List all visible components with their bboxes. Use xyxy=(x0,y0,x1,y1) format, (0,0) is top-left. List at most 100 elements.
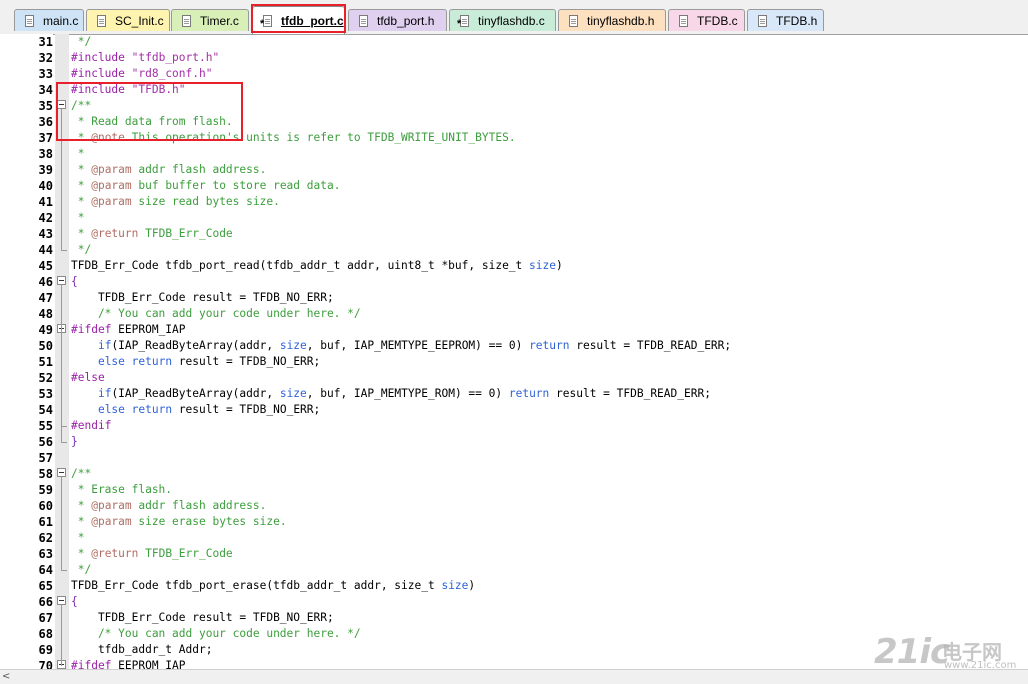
fold-end-marker xyxy=(61,442,67,443)
line-number: 35 xyxy=(38,99,53,113)
code-text: * @param addr flash address. xyxy=(71,163,267,176)
tab-label: main.c xyxy=(43,13,79,28)
code-line[interactable]: 33 #include "rd8_conf.h" xyxy=(0,66,1028,82)
modified-c-file-icon xyxy=(457,14,469,30)
code-text: tfdb_addr_t Addr; xyxy=(71,643,213,656)
code-text: * @note This operation's units is refer … xyxy=(71,131,516,144)
code-line[interactable]: 55 #endif xyxy=(0,418,1028,434)
code-text: #else xyxy=(71,371,105,384)
code-text: * xyxy=(71,211,85,224)
line-number: 46 xyxy=(38,275,53,289)
code-text: * @return TFDB_Err_Code xyxy=(71,547,233,560)
code-line[interactable]: 47 TFDB_Err_Code result = TFDB_NO_ERR; xyxy=(0,290,1028,306)
code-line[interactable]: 48 /* You can add your code under here. … xyxy=(0,306,1028,322)
code-text: TFDB_Err_Code result = TFDB_NO_ERR; xyxy=(71,291,334,304)
code-line[interactable]: 63 * @return TFDB_Err_Code xyxy=(0,546,1028,562)
c-file-icon xyxy=(25,14,34,27)
c-file-icon xyxy=(182,14,191,27)
tab-tfdb-h[interactable]: TFDB.h xyxy=(747,9,824,31)
collapse-fold-icon[interactable] xyxy=(57,596,66,605)
code-line[interactable]: 60 * @param addr flash address. xyxy=(0,498,1028,514)
code-line[interactable]: 44 */ xyxy=(0,242,1028,258)
code-line[interactable]: 46 { xyxy=(0,274,1028,290)
tab-label: TFDB.h xyxy=(776,13,818,28)
tab-sc-init-c[interactable]: SC_Init.c xyxy=(86,9,170,31)
code-line[interactable]: 66 { xyxy=(0,594,1028,610)
code-line[interactable]: 50 if(IAP_ReadByteArray(addr, size, buf,… xyxy=(0,338,1028,354)
code-text: * @param buf buffer to store read data. xyxy=(71,179,341,192)
code-text: * xyxy=(71,147,85,160)
line-number: 67 xyxy=(38,611,53,625)
tab-main-c[interactable]: main.c xyxy=(14,9,84,31)
tab-tinyflashdb-h[interactable]: tinyflashdb.h xyxy=(558,9,666,31)
tab-tfdb-port-c[interactable]: tfdb_port.c xyxy=(252,6,345,34)
line-number: 54 xyxy=(38,403,53,417)
code-text: #endif xyxy=(71,419,112,432)
code-text: if(IAP_ReadByteArray(addr, size, buf, IA… xyxy=(97,387,711,400)
code-editor[interactable]: 31 */32 #include "tfdb_port.h" 33 #include … xyxy=(0,34,1028,673)
tab-timer-c[interactable]: Timer.c xyxy=(171,9,249,31)
tab-label: tinyflashdb.h xyxy=(587,13,655,28)
code-text: * Erase flash. xyxy=(71,483,173,496)
line-number: 69 xyxy=(38,643,53,657)
line-number: 63 xyxy=(38,547,53,561)
code-line[interactable]: 59 * Erase flash. xyxy=(0,482,1028,498)
code-line[interactable]: 68 /* You can add your code under here. … xyxy=(0,626,1028,642)
tab-tfdb-port-h[interactable]: tfdb_port.h xyxy=(348,9,447,31)
code-text: /** xyxy=(71,467,92,480)
line-number: 52 xyxy=(38,371,53,385)
tab-tinyflashdb-c[interactable]: tinyflashdb.c xyxy=(449,9,556,31)
code-text: #include "rd8_conf.h" xyxy=(71,67,213,80)
fold-guide-line xyxy=(61,109,62,250)
collapse-fold-icon[interactable] xyxy=(57,276,66,285)
code-line[interactable]: 58 /** xyxy=(0,466,1028,482)
line-number: 33 xyxy=(38,67,53,81)
code-line[interactable]: 61 * @param size erase bytes size. xyxy=(0,514,1028,530)
modified-c-file-icon xyxy=(260,14,272,30)
code-line[interactable]: 37 * @note This operation's units is ref… xyxy=(0,130,1028,146)
horizontal-scrollbar[interactable]: < xyxy=(0,669,1028,684)
code-line[interactable]: 54 else return result = TFDB_NO_ERR; xyxy=(0,402,1028,418)
tab-tfdb-c[interactable]: TFDB.c xyxy=(668,9,745,31)
code-line[interactable]: 31 */ xyxy=(0,34,1028,50)
code-line[interactable]: 69 tfdb_addr_t Addr; xyxy=(0,642,1028,658)
tab-bar: main.c SC_Init.c Timer.c tfdb_port.c tfd… xyxy=(0,0,1028,35)
code-line[interactable]: 62 * xyxy=(0,530,1028,546)
code-line[interactable]: 42 * xyxy=(0,210,1028,226)
line-number: 43 xyxy=(38,227,53,241)
code-line[interactable]: 57 xyxy=(0,450,1028,466)
code-line[interactable]: 38 * xyxy=(0,146,1028,162)
code-line[interactable]: 36 * Read data from flash. xyxy=(0,114,1028,130)
code-line[interactable]: 39 * @param addr flash address. xyxy=(0,162,1028,178)
code-line[interactable]: 51 else return result = TFDB_NO_ERR; xyxy=(0,354,1028,370)
code-line[interactable]: 52 #else xyxy=(0,370,1028,386)
code-text: else return result = TFDB_NO_ERR; xyxy=(97,403,321,416)
code-text: } xyxy=(71,435,78,448)
line-number: 62 xyxy=(38,531,53,545)
c-file-icon xyxy=(679,14,688,27)
code-line[interactable]: 53 if(IAP_ReadByteArray(addr, size, buf,… xyxy=(0,386,1028,402)
code-line[interactable]: 41 * @param size read bytes size. xyxy=(0,194,1028,210)
line-number: 49 xyxy=(38,323,53,337)
collapse-fold-icon[interactable] xyxy=(57,468,66,477)
collapse-fold-icon[interactable] xyxy=(57,100,66,109)
code-text: * Read data from flash. xyxy=(71,115,233,128)
code-line[interactable]: 56} xyxy=(0,434,1028,450)
code-line[interactable]: 45 TFDB_Err_Code tfdb_port_read(tfdb_addr… xyxy=(0,258,1028,274)
code-line[interactable]: 49 #ifdef EEPROM_IAP xyxy=(0,322,1028,338)
code-line[interactable]: 34 #include "TFDB.h" xyxy=(0,82,1028,98)
code-line[interactable]: 65 TFDB_Err_Code tfdb_port_erase(tfdb_add… xyxy=(0,578,1028,594)
code-line[interactable]: 67 TFDB_Err_Code result = TFDB_NO_ERR; xyxy=(0,610,1028,626)
code-line[interactable]: 40 * @param buf buffer to store read dat… xyxy=(0,178,1028,194)
tab-label: Timer.c xyxy=(200,13,239,28)
code-line[interactable]: 43 * @return TFDB_Err_Code xyxy=(0,226,1028,242)
code-text: TFDB_Err_Code tfdb_port_erase(tfdb_addr_… xyxy=(71,579,476,592)
code-line[interactable]: 32 #include "tfdb_port.h" xyxy=(0,50,1028,66)
line-number: 60 xyxy=(38,499,53,513)
h-file-icon xyxy=(758,14,767,27)
code-line[interactable]: 64 */ xyxy=(0,562,1028,578)
code-text: if(IAP_ReadByteArray(addr, size, buf, IA… xyxy=(97,339,732,352)
code-line[interactable]: 35 /** xyxy=(0,98,1028,114)
code-text: #ifdef EEPROM_IAP xyxy=(71,323,186,336)
scroll-left-arrow-icon[interactable]: < xyxy=(2,671,10,682)
